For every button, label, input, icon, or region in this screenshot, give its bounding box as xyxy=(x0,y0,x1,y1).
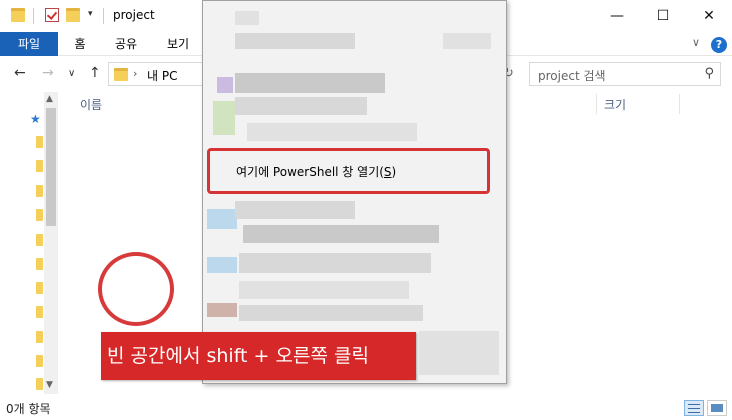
divider xyxy=(103,8,104,24)
blurred-menu-item xyxy=(235,11,259,25)
folder-icon[interactable] xyxy=(36,355,43,367)
blurred-icon xyxy=(207,257,237,273)
scroll-down-icon[interactable]: ▼ xyxy=(46,380,53,390)
search-icon: ⚲ xyxy=(704,66,714,81)
forward-button[interactable]: → xyxy=(42,65,54,81)
search-placeholder: project 검색 xyxy=(538,69,606,83)
tab-file[interactable]: 파일 xyxy=(0,32,58,56)
column-header-size[interactable]: 크기 xyxy=(604,96,626,113)
scrollbar-thumb[interactable] xyxy=(46,108,56,226)
scroll-up-icon[interactable]: ▲ xyxy=(46,94,53,104)
menu-item-open-powershell[interactable]: 여기에 PowerShell 창 열기(S) xyxy=(236,163,396,180)
up-button[interactable]: ↑ xyxy=(89,65,101,81)
help-icon[interactable]: ? xyxy=(711,37,727,53)
blurred-menu-item xyxy=(239,281,409,299)
new-folder-icon[interactable] xyxy=(66,8,80,22)
ribbon-expand-icon[interactable]: ∨ xyxy=(692,36,700,49)
status-bar: 0개 항목 xyxy=(0,396,732,420)
item-count: 0개 항목 xyxy=(6,402,51,416)
nav-pane-scrollbar[interactable]: ▲ ▼ xyxy=(44,92,58,394)
folder-icon[interactable] xyxy=(36,306,43,318)
address-bar[interactable]: › 내 PC xyxy=(108,62,208,86)
menu-item-accelerator: S xyxy=(383,165,392,179)
blurred-menu-item xyxy=(239,253,431,273)
folder-icon[interactable] xyxy=(36,209,43,221)
blurred-icon xyxy=(213,101,235,135)
quick-access-dropdown-icon[interactable]: ▾ xyxy=(88,9,93,19)
close-button[interactable]: ✕ xyxy=(686,0,732,32)
back-button[interactable]: ← xyxy=(14,65,26,81)
tab-share[interactable]: 공유 xyxy=(110,32,142,56)
blurred-menu-item xyxy=(235,201,355,219)
folder-icon xyxy=(11,8,25,22)
recent-locations-icon[interactable]: ∨ xyxy=(68,68,75,79)
menu-item-label: 여기에 PowerShell 창 열기( xyxy=(236,165,384,179)
instruction-caption: 빈 공간에서 shift + 오른쪽 클릭 xyxy=(101,332,416,380)
annotation-circle xyxy=(98,252,174,326)
tab-view[interactable]: 보기 xyxy=(162,32,194,56)
folder-icon[interactable] xyxy=(36,185,43,197)
blurred-menu-item xyxy=(419,331,499,375)
folder-icon[interactable] xyxy=(36,378,43,390)
search-box[interactable]: project 검색 ⚲ xyxy=(529,62,721,86)
menu-item-label-end: ) xyxy=(391,165,397,179)
divider xyxy=(596,94,597,114)
divider xyxy=(33,8,34,24)
divider xyxy=(679,94,680,114)
window-title: project xyxy=(113,8,155,22)
folder-icon[interactable] xyxy=(36,258,43,270)
large-icons-view-icon[interactable] xyxy=(707,400,727,416)
details-view-icon[interactable] xyxy=(684,400,704,416)
column-header-name[interactable]: 이름 xyxy=(80,96,102,113)
blurred-menu-item xyxy=(443,33,491,49)
blurred-menu-item xyxy=(239,305,423,321)
minimize-button[interactable]: — xyxy=(594,0,640,32)
blurred-menu-item xyxy=(247,123,417,141)
properties-icon[interactable] xyxy=(45,8,59,22)
blurred-icon xyxy=(217,77,233,93)
blurred-icon xyxy=(207,303,237,317)
folder-icon[interactable] xyxy=(36,282,43,294)
blurred-menu-item xyxy=(235,97,367,115)
folder-icon[interactable] xyxy=(36,331,43,343)
maximize-button[interactable]: ☐ xyxy=(640,0,686,32)
breadcrumb-this-pc[interactable]: 내 PC xyxy=(147,67,177,84)
folder-icon[interactable] xyxy=(36,136,43,148)
folder-icon[interactable] xyxy=(36,160,43,172)
breadcrumb-separator: › xyxy=(133,67,138,80)
tab-home[interactable]: 홈 xyxy=(66,32,94,56)
blurred-menu-item xyxy=(243,225,439,243)
folder-icon xyxy=(114,68,128,81)
blurred-menu-item xyxy=(235,33,355,49)
blurred-icon xyxy=(207,209,237,229)
folder-icon[interactable] xyxy=(36,234,43,246)
blurred-menu-item xyxy=(235,73,385,93)
